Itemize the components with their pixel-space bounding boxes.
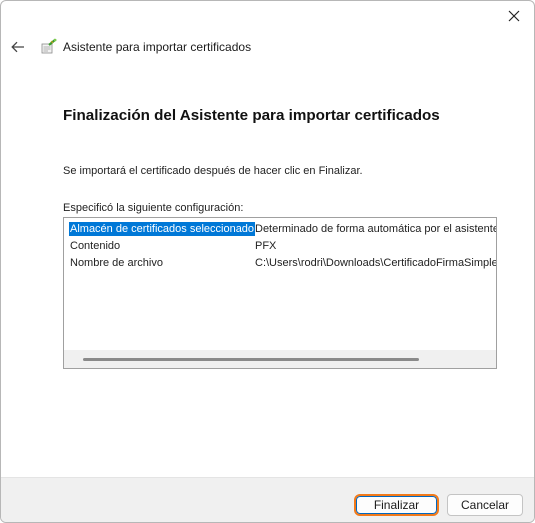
- settings-list[interactable]: Almacén de certificados seleccionado Det…: [63, 217, 497, 369]
- back-button[interactable]: [9, 38, 27, 56]
- wizard-header: Asistente para importar certificados: [9, 36, 251, 58]
- cancel-button[interactable]: Cancelar: [447, 494, 523, 516]
- wizard-window: Asistente para importar certificados Fin…: [0, 0, 535, 523]
- setting-key: Nombre de archivo: [70, 257, 163, 269]
- arrow-left-icon: [11, 41, 24, 53]
- close-icon: [508, 10, 520, 22]
- setting-key: Contenido: [70, 240, 121, 252]
- setting-value: PFX: [255, 240, 277, 252]
- wizard-title: Asistente para importar certificados: [63, 40, 252, 54]
- horizontal-scrollbar[interactable]: [64, 350, 496, 368]
- finish-button[interactable]: Finalizar: [354, 494, 439, 516]
- wizard-footer: Finalizar Cancelar: [1, 477, 534, 522]
- certificate-wizard-icon: [41, 38, 57, 54]
- close-button[interactable]: [500, 5, 528, 27]
- intro-text: Se importará el certificado después de h…: [63, 165, 363, 177]
- scrollbar-thumb[interactable]: [83, 358, 419, 361]
- setting-key: Almacén de certificados seleccionado: [69, 222, 256, 236]
- page-heading: Finalización del Asistente para importar…: [63, 107, 440, 124]
- setting-value: Determinado de forma automática por el a…: [255, 223, 497, 235]
- setting-value: C:\Users\rodri\Downloads\CertificadoFirm…: [255, 257, 497, 269]
- settings-label: Especificó la siguiente configuración:: [63, 202, 244, 214]
